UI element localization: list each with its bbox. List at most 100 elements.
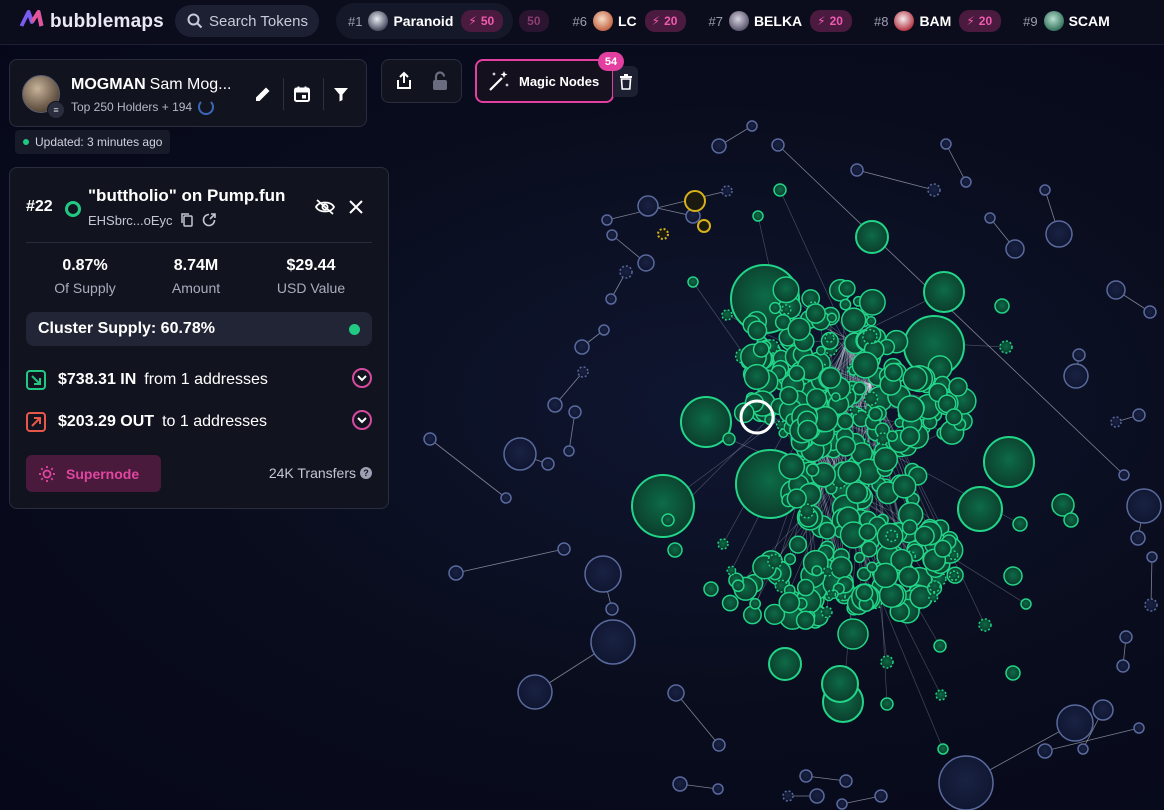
outflow-expand-button[interactable] [352,410,372,430]
cluster-bubble[interactable] [818,521,837,540]
cluster-bubble[interactable] [722,432,736,446]
cluster-bubble[interactable] [819,367,842,389]
cluster-bubble[interactable] [631,474,695,538]
cluster-bubble[interactable] [886,430,899,442]
holder-bubble[interactable] [547,397,563,413]
holder-bubble[interactable] [563,445,575,457]
cluster-bubble[interactable] [772,276,800,304]
holder-bubble[interactable] [1146,551,1158,563]
filter-button[interactable] [330,83,352,105]
cluster-bubble[interactable] [779,385,799,406]
cluster-bubble[interactable] [914,525,935,547]
holder-bubble[interactable] [637,254,655,272]
cluster-bubble[interactable] [885,529,899,543]
ticker-item-8[interactable]: #8 BAM ⚡ 20 [874,10,1002,32]
cluster-bubble[interactable] [820,606,833,619]
edit-button[interactable] [252,83,274,105]
cluster-bubble[interactable] [983,436,1035,488]
cluster-bubble[interactable] [873,446,899,472]
holder-bubble[interactable] [1130,530,1146,546]
holder-bubble[interactable] [619,265,633,279]
cluster-bubble[interactable] [836,412,854,430]
calendar-button[interactable] [291,83,313,105]
cluster-bubble[interactable] [1005,665,1021,681]
cluster-bubble[interactable] [687,276,699,288]
cluster-bubble[interactable] [855,220,889,254]
holder-bubble[interactable] [605,602,619,616]
cluster-bubble[interactable] [866,561,878,574]
holder-bubble[interactable] [1118,469,1130,481]
cluster-bubble[interactable] [994,298,1010,314]
holder-bubble[interactable] [557,542,571,556]
holder-bubble[interactable] [1072,348,1086,362]
ticker-item-9[interactable]: #9 SCAM [1023,11,1118,31]
cluster-supply-bar[interactable]: Cluster Supply: 60.78% [26,312,372,346]
cluster-bubble[interactable] [775,420,786,430]
holder-bubble[interactable] [1132,408,1146,422]
cluster-bubble[interactable] [726,565,737,576]
highlighted-bubble[interactable] [697,219,711,233]
ticker-item-6[interactable]: #6 LC ⚡ 20 [573,10,687,32]
cluster-bubble[interactable] [928,592,939,603]
holder-bubble[interactable] [712,738,726,752]
cluster-bubble[interactable] [721,594,739,612]
holder-bubble[interactable] [568,405,582,419]
cluster-bubble[interactable] [933,539,952,558]
holder-bubble[interactable] [637,195,659,217]
cluster-bubble[interactable] [767,553,783,569]
holder-bubble[interactable] [423,432,437,446]
cluster-bubble[interactable] [898,566,920,588]
cluster-bubble[interactable] [928,580,941,593]
cluster-bubble[interactable] [935,689,947,701]
holder-bubble[interactable] [712,783,724,795]
cluster-bubble[interactable] [768,301,782,315]
cluster-bubble[interactable] [883,362,903,382]
cluster-bubble[interactable] [1012,516,1028,532]
holder-bubble[interactable] [574,339,590,355]
cluster-bubble[interactable] [752,340,770,358]
cluster-bubble[interactable] [788,535,808,554]
cluster-bubble[interactable] [899,426,921,447]
cluster-bubble[interactable] [1020,598,1032,610]
holder-bubble[interactable] [836,798,848,810]
cluster-bubble[interactable] [773,183,787,197]
cluster-bubble[interactable] [786,488,807,509]
cluster-bubble[interactable] [837,460,862,485]
holder-bubble[interactable] [500,492,512,504]
cluster-bubble[interactable] [839,298,852,311]
highlighted-bubble[interactable] [684,190,706,212]
cluster-bubble[interactable] [902,365,928,392]
cluster-bubble[interactable] [783,552,797,566]
holder-bubble[interactable] [809,788,825,804]
cluster-bubble[interactable] [948,570,960,581]
cluster-bubble[interactable] [923,271,965,313]
cluster-bubble[interactable] [778,591,801,614]
cluster-bubble[interactable] [858,522,877,542]
holder-bubble[interactable] [601,214,613,226]
cluster-bubble[interactable] [822,566,833,577]
holder-bubble[interactable] [1077,743,1089,755]
cluster-bubble[interactable] [901,519,918,536]
holder-bubble[interactable] [799,769,813,783]
cluster-bubble[interactable] [863,391,879,406]
holder-bubble[interactable] [850,163,864,177]
cluster-bubble[interactable] [795,610,816,630]
ticker-item-1[interactable]: #1 Paranoid ⚡ 50 [336,3,514,39]
cluster-bubble[interactable] [840,307,867,333]
cluster-bubble[interactable] [805,463,820,477]
holder-bubble[interactable] [1037,743,1053,759]
lock-button[interactable] [430,70,450,97]
holder-bubble[interactable] [1144,598,1158,612]
cluster-bubble[interactable] [948,377,968,397]
cluster-bubble[interactable] [717,538,729,550]
copy-icon[interactable] [179,212,195,228]
holder-bubble[interactable] [667,684,685,702]
cluster-bubble[interactable] [1003,566,1023,586]
search-input[interactable]: Search Tokens [175,5,319,37]
holder-bubble[interactable] [711,138,727,154]
holder-bubble[interactable] [1119,630,1133,644]
holder-bubble[interactable] [1092,699,1114,721]
cluster-bubble[interactable] [703,581,719,597]
cluster-bubble[interactable] [865,315,877,327]
cluster-bubble[interactable] [778,453,806,480]
